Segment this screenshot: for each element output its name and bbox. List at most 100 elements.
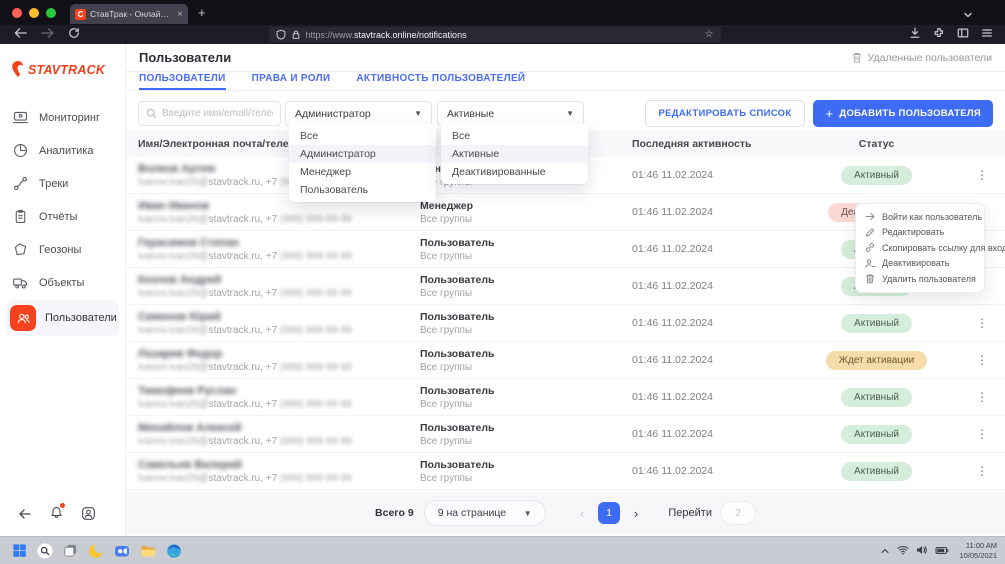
user-groups: Все группы [420,473,632,484]
search-input[interactable]: Введите имя/email/телефон [138,101,281,126]
row-menu-button[interactable]: ⋮ [971,316,993,330]
status-option[interactable]: Активные [441,145,588,163]
sidebar-item-objects[interactable]: Объекты [6,267,119,298]
search-icon [146,108,157,119]
status-dropdown-panel: ВсеАктивныеДеактивированные [441,124,588,184]
table-row: Лазарев Федор ivanov.ivan26@stavtrack.ru,… [126,342,1005,379]
tab-2[interactable]: АКТИВНОСТЬ ПОЛЬЗОВАТЕЛЕЙ [356,72,525,90]
downloads-icon[interactable] [909,26,921,44]
browser-tab[interactable]: С СтавТрак - Онлайн мониторин × [70,4,188,24]
taskbar-task-view-icon[interactable] [63,543,78,558]
per-page-select[interactable]: 9 на странице▼ [424,500,546,526]
extensions-icon[interactable] [933,26,945,44]
wifi-icon[interactable] [897,542,909,560]
user-email-phone: ivanov.ivan26@stavtrack.ru, +7 (999) 999… [138,288,420,299]
reload-button[interactable] [68,26,80,44]
user-email-phone: ivanov.ivan26@stavtrack.ru, +7 (999) 999… [138,362,420,373]
sidebar-item-geozones[interactable]: Геозоны [6,234,119,265]
context-menu-item[interactable]: Редактировать [856,225,984,241]
context-menu-item[interactable]: Деактивировать [856,256,984,272]
prev-page-button[interactable]: ‹ [580,506,584,521]
status-badge: Ждет активации [826,351,928,370]
status-option[interactable]: Все [441,127,588,145]
user-groups: Все группы [420,251,632,262]
role-dropdown-panel: ВсеАдминистраторМенеджерПользователь [289,124,436,202]
trash-icon [851,51,863,64]
bookmark-star-icon[interactable]: ☆ [705,30,714,40]
taskbar-firefox-icon[interactable] [88,543,104,559]
user-email-phone: ivanov.ivan26@stavtrack.ru, +7 (999) 999… [138,436,420,447]
role-option[interactable]: Все [289,127,436,145]
sidebar-toggle-icon[interactable] [957,26,969,44]
context-menu-item[interactable]: Удалить пользователя [856,271,984,287]
taskbar-chat-icon[interactable] [114,543,130,559]
deleted-users-link[interactable]: Удаленные пользователи [851,51,992,64]
sidebar-item-monitoring[interactable]: Мониторинг [6,102,119,133]
user-name: Лазарев Федор [138,348,420,360]
sidebar: STAVTRACK Мониторинг АналитикаТрекиОтчёты… [0,44,126,536]
sidebar-item-reports[interactable]: Отчёты [6,201,119,232]
next-page-button[interactable]: › [634,506,638,521]
last-activity: 01:46 11.02.2024 [632,243,782,255]
taskbar-explorer-icon[interactable] [140,543,156,559]
window-controls[interactable] [12,8,56,18]
logo-text: STAVTRACK [28,63,105,77]
edit-list-button[interactable]: РЕДАКТИРОВАТЬ СПИСОК [645,100,806,127]
role-option[interactable]: Администратор [289,145,436,163]
taskbar-start-icon[interactable] [12,543,27,558]
tab-0[interactable]: ПОЛЬЗОВАТЕЛИ [139,72,226,90]
sidebar-item-analytics[interactable]: Аналитика [6,135,119,166]
new-tab-button[interactable]: + [198,5,206,20]
status-option[interactable]: Деактивированные [441,163,588,181]
tab-close-icon[interactable]: × [177,9,183,20]
current-page-button[interactable]: 1 [598,502,620,524]
tab-title: СтавТрак - Онлайн мониторин [90,9,173,19]
volume-icon[interactable] [916,542,928,560]
role-option[interactable]: Менеджер [289,163,436,181]
sidebar-item-tracks[interactable]: Треки [6,168,119,199]
user-role: Пользователь [420,422,632,434]
user-role: Пользователь [420,274,632,286]
user-name: Савельев Валерий [138,459,420,471]
last-activity: 01:46 11.02.2024 [632,280,782,292]
menu-hamburger-icon[interactable] [981,26,993,44]
url-bar[interactable]: https://www.stavtrack.online/notificatio… [269,27,721,42]
tab-list-chevron-icon[interactable] [963,6,973,24]
user-groups: Все группы [420,362,632,373]
tray-expand-icon[interactable] [880,542,890,560]
chevron-down-icon: ▼ [524,509,532,518]
collapse-sidebar-icon[interactable] [18,507,32,525]
lock-icon[interactable] [291,29,301,40]
shield-icon[interactable] [276,29,286,40]
role-option[interactable]: Пользователь [289,181,436,199]
window-close-button[interactable] [12,8,22,18]
forward-button[interactable] [41,26,54,44]
window-minimize-button[interactable] [29,8,39,18]
row-menu-button[interactable]: ⋮ [971,390,993,404]
goto-page-input[interactable]: 2 [720,501,756,525]
taskbar-clock[interactable]: 11:00 AM 10/05/2021 [959,541,997,560]
taskbar-edge-icon[interactable] [166,543,182,559]
tab-1[interactable]: ПРАВА И РОЛИ [252,72,331,90]
notifications-bell-icon[interactable] [49,505,64,526]
context-menu-item[interactable]: Скопировать ссылку для входа [856,240,984,256]
back-button[interactable] [14,26,27,44]
total-count: Всего 9 [375,507,414,519]
add-user-button[interactable]: + ДОБАВИТЬ ПОЛЬЗОВАТЕЛЯ [813,100,993,127]
url-text: https://www.stavtrack.online/notificatio… [306,30,467,40]
window-zoom-button[interactable] [46,8,56,18]
status-badge: Активный [841,462,912,481]
row-menu-button[interactable]: ⋮ [971,168,993,182]
row-menu-button[interactable]: ⋮ [971,353,993,367]
account-icon[interactable] [81,506,96,526]
sidebar-item-label: Мониторинг [39,112,100,124]
row-menu-button[interactable]: ⋮ [971,464,993,478]
status-filter-select[interactable]: Активные▼ [437,101,584,126]
role-filter-select[interactable]: Администратор▼ [285,101,432,126]
reports-icon [10,207,30,227]
taskbar-search-icon[interactable] [37,543,53,559]
row-menu-button[interactable]: ⋮ [971,427,993,441]
battery-icon[interactable] [935,542,949,560]
sidebar-item-users[interactable]: Пользователи [6,300,119,336]
context-menu-item[interactable]: Войти как пользователь [856,209,984,225]
